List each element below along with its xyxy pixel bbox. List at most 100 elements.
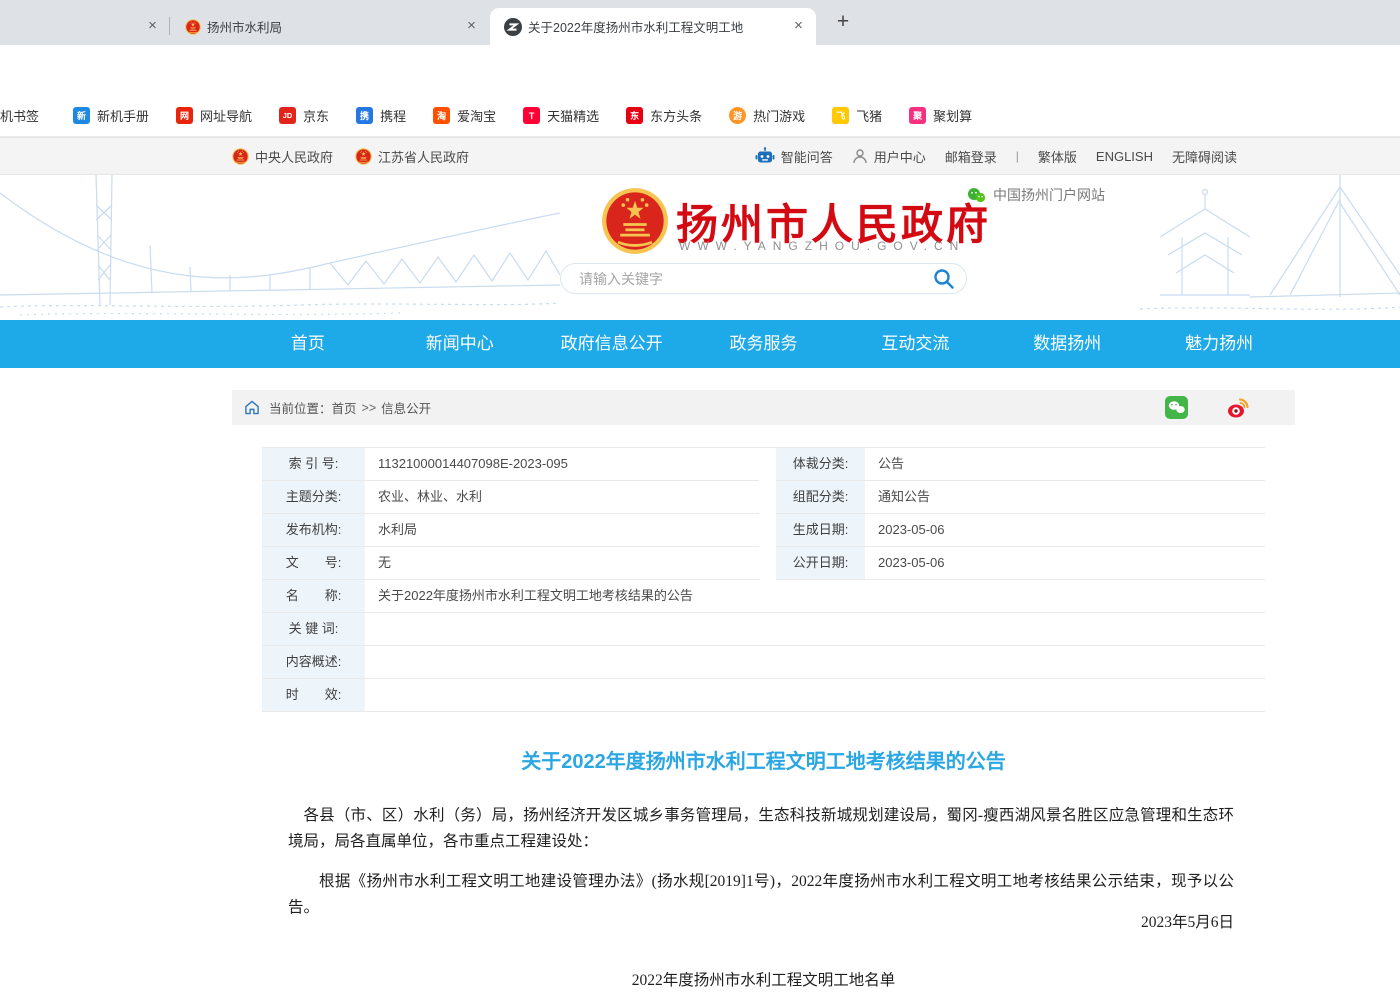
- breadcrumb-prefix: 当前位置：: [269, 398, 332, 417]
- meta-value: 通知公告: [865, 481, 1265, 514]
- link-english[interactable]: ENGLISH: [1096, 149, 1153, 164]
- bookmark-item[interactable]: T天猫精选: [523, 106, 599, 125]
- browser-window: × 扬州市水利局 × 关于2022年度扬州市水利工程文明工地 × +: [0, 0, 1400, 997]
- bookmark-label: 京东: [303, 106, 329, 125]
- breadcrumb-home-link[interactable]: 首页: [332, 398, 357, 417]
- tab-yangzhou-water-bureau[interactable]: 扬州市水利局 ×: [171, 8, 489, 45]
- link-central-government[interactable]: 中央人民政府: [232, 147, 333, 166]
- national-emblem-logo: [601, 187, 669, 255]
- meta-label: 文 号:: [262, 547, 365, 580]
- breadcrumb-section-link[interactable]: 信息公开: [381, 398, 431, 417]
- weibo-share-icon[interactable]: [1226, 396, 1259, 419]
- bookmark-item[interactable]: 飞飞猪: [832, 106, 882, 125]
- link-traditional-chinese[interactable]: 繁体版: [1038, 147, 1077, 166]
- bookmark-favicon: 淘: [433, 107, 450, 124]
- bookmark-favicon: 飞: [832, 107, 849, 124]
- meta-label: 时 效:: [262, 679, 365, 712]
- nav-home[interactable]: 首页: [232, 320, 384, 368]
- link-label: 中央人民政府: [255, 147, 333, 166]
- meta-row: 发布机构: 水利局 生成日期: 2023-05-06: [262, 514, 1265, 547]
- bridge-sketch-art: [0, 175, 560, 320]
- home-icon: [244, 400, 260, 415]
- breadcrumb-separator: >>: [362, 401, 377, 415]
- bookmark-item[interactable]: JD京东: [279, 106, 329, 125]
- meta-row: 索 引 号: 11321000014407098E-2023-095 体裁分类:…: [262, 448, 1265, 481]
- link-smart-qa[interactable]: 智能问答: [755, 147, 833, 166]
- nav-interaction[interactable]: 互动交流: [839, 320, 991, 368]
- bookmark-favicon: 网: [176, 107, 193, 124]
- article-list-title: 2022年度扬州市水利工程文明工地名单: [232, 968, 1295, 990]
- portal-label: 中国扬州门户网站: [993, 185, 1105, 205]
- bookmark-item[interactable]: 聚聚划算: [909, 106, 972, 125]
- bookmark-item[interactable]: 东东方头条: [626, 106, 702, 125]
- meta-label: 生成日期:: [776, 514, 865, 547]
- tab-partial[interactable]: ×: [0, 8, 170, 45]
- link-accessibility[interactable]: 无障碍阅读: [1172, 147, 1237, 166]
- bookmark-label: 聚划算: [933, 106, 972, 125]
- nav-info-disclosure[interactable]: 政府信息公开: [536, 320, 688, 368]
- bookmark-item[interactable]: 淘爱淘宝: [433, 106, 496, 125]
- meta-label: 主题分类:: [262, 481, 365, 514]
- nav-news-center[interactable]: 新闻中心: [384, 320, 536, 368]
- tab-active-announcement[interactable]: 关于2022年度扬州市水利工程文明工地 ×: [490, 8, 816, 45]
- link-mail-login[interactable]: 邮箱登录: [945, 147, 997, 166]
- nav-charm-yangzhou[interactable]: 魅力扬州: [1143, 320, 1295, 368]
- bookmark-label: 机书签: [0, 106, 39, 125]
- tab-close-icon[interactable]: ×: [789, 17, 808, 36]
- site-favicon: [504, 18, 522, 36]
- address-toolbar: 不安全 yangzhou.gov.cn/yzszxxgk/slj/202305/…: [0, 45, 1400, 95]
- bookmarks-bar: 机书签 新新机手册 网网址导航 JD京东 携携程 淘爱淘宝 T天猫精选 东东方头…: [0, 95, 1400, 137]
- bookmark-item[interactable]: 携携程: [356, 106, 406, 125]
- meta-value: 关于2022年度扬州市水利工程文明工地考核结果的公告: [365, 580, 1265, 613]
- bookmark-item[interactable]: 网网址导航: [176, 106, 252, 125]
- portal-wechat-link[interactable]: 中国扬州门户网站: [967, 185, 1105, 205]
- bookmark-favicon: 游: [729, 107, 746, 124]
- meta-value: 公告: [865, 448, 1265, 481]
- meta-gap: [759, 547, 776, 580]
- article-paragraph: 各县（市、区）水利（务）局，扬州经济开发区城乡事务管理局，生态科技新城规划建设局…: [288, 803, 1234, 855]
- gov-emblem-favicon: [185, 19, 201, 35]
- meta-label: 公开日期:: [776, 547, 865, 580]
- link-jiangsu-government[interactable]: 江苏省人民政府: [355, 147, 469, 166]
- meta-row: 主题分类: 农业、林业、水利 组配分类: 通知公告: [262, 481, 1265, 514]
- bookmark-item[interactable]: 游热门游戏: [729, 106, 805, 125]
- bookmark-favicon: T: [523, 107, 540, 124]
- user-icon: [852, 148, 868, 164]
- bookmark-item[interactable]: 新新机手册: [73, 106, 149, 125]
- bookmark-item[interactable]: 机书签: [0, 106, 39, 125]
- nav-gov-services[interactable]: 政务服务: [688, 320, 840, 368]
- meta-gap: [759, 448, 776, 481]
- bookmark-favicon: 东: [626, 107, 643, 124]
- divider: |: [1016, 149, 1019, 163]
- tab-separator: [169, 17, 170, 35]
- gov-utility-bar: 中央人民政府 江苏省人民政府 智能问答: [0, 137, 1400, 175]
- bookmark-label: 新机手册: [97, 106, 149, 125]
- tab-close-icon[interactable]: ×: [143, 17, 162, 36]
- tab-close-icon[interactable]: ×: [462, 17, 481, 36]
- link-user-center[interactable]: 用户中心: [852, 147, 926, 166]
- robot-icon: [755, 147, 775, 165]
- meta-value: 无: [365, 547, 759, 580]
- bookmark-favicon: 携: [356, 107, 373, 124]
- meta-value: 2023-05-06: [865, 514, 1265, 547]
- main-nav: 首页 新闻中心 政府信息公开 政务服务 互动交流 数据扬州 魅力扬州: [0, 320, 1400, 368]
- tab-bar: × 扬州市水利局 × 关于2022年度扬州市水利工程文明工地 × +: [0, 0, 1400, 45]
- meta-gap: [759, 481, 776, 514]
- bookmark-favicon: 聚: [909, 107, 926, 124]
- meta-gap: [759, 514, 776, 547]
- wechat-share-icon[interactable]: [1165, 396, 1197, 419]
- meta-label: 关 键 词:: [262, 613, 365, 646]
- new-tab-button[interactable]: +: [830, 10, 856, 36]
- search-input[interactable]: [579, 271, 932, 287]
- meta-value: 水利局: [365, 514, 759, 547]
- search-icon[interactable]: [932, 267, 956, 291]
- bookmark-favicon: 新: [73, 107, 90, 124]
- nav-data-yangzhou[interactable]: 数据扬州: [991, 320, 1143, 368]
- meta-value: 农业、林业、水利: [365, 481, 759, 514]
- breadcrumb: 当前位置： 首页 >> 信息公开: [232, 390, 1295, 425]
- meta-label: 索 引 号:: [262, 448, 365, 481]
- meta-row: 名 称: 关于2022年度扬州市水利工程文明工地考核结果的公告: [262, 580, 1265, 613]
- meta-value: [365, 646, 1265, 679]
- link-label: 智能问答: [781, 147, 833, 166]
- meta-value: [365, 679, 1265, 712]
